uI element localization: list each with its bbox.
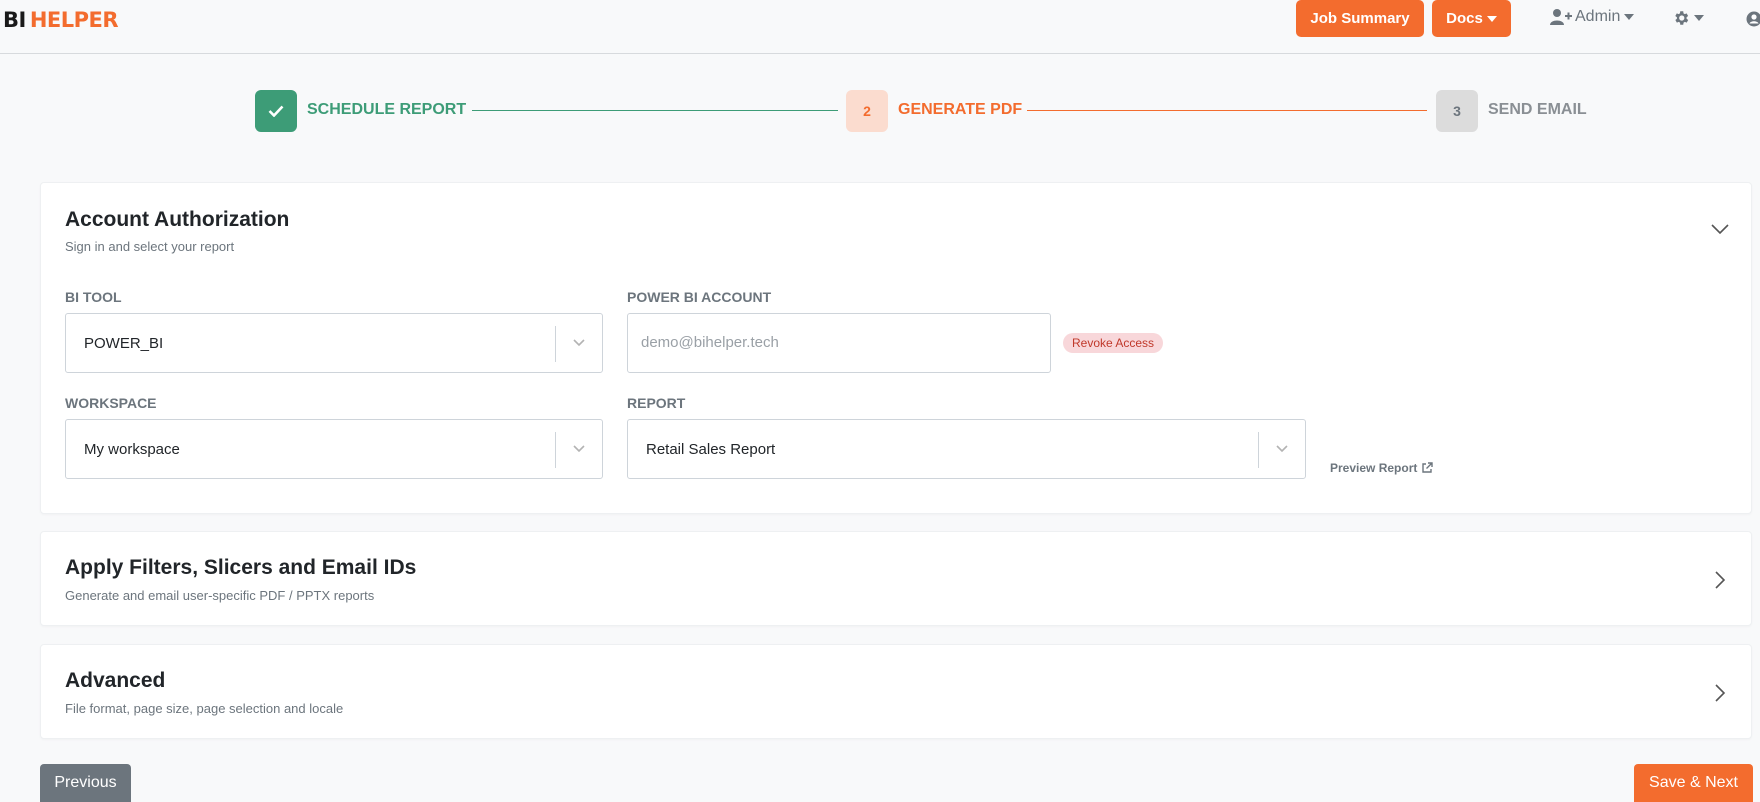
admin-menu[interactable]: Admin — [1550, 8, 1635, 26]
step-generate-pdf-label[interactable]: GENERATE PDF — [898, 101, 1022, 119]
workspace-select[interactable]: My workspace — [65, 419, 603, 479]
report-value: Retail Sales Report — [646, 441, 776, 458]
select-divider — [555, 326, 556, 362]
step-connector — [1027, 110, 1427, 111]
bi-tool-select[interactable]: POWER_BI — [65, 313, 603, 373]
preview-report-link[interactable]: Preview Report — [1330, 461, 1434, 475]
chevron-right-icon[interactable] — [1714, 684, 1726, 702]
docs-dropdown-button[interactable]: Docs — [1432, 0, 1511, 37]
filters-section[interactable]: Apply Filters, Slicers and Email IDs Gen… — [40, 531, 1752, 626]
job-summary-button[interactable]: Job Summary — [1296, 0, 1424, 37]
chevron-down-icon — [573, 445, 585, 453]
top-navbar: BI HELPER Job Summary Docs Admin — [0, 0, 1760, 54]
step-send-email-number[interactable]: 3 — [1436, 90, 1478, 132]
preview-report-label: Preview Report — [1330, 461, 1418, 475]
revoke-access-badge[interactable]: Revoke Access — [1063, 333, 1164, 353]
step-schedule-report-label[interactable]: SCHEDULE REPORT — [307, 101, 466, 119]
external-link-icon — [1422, 462, 1434, 473]
save-next-button[interactable]: Save & Next — [1634, 764, 1753, 802]
section-subtitle: File format, page size, page selection a… — [65, 701, 344, 716]
select-divider — [555, 432, 556, 468]
section-subtitle: Sign in and select your report — [65, 239, 235, 254]
section-title: Apply Filters, Slicers and Email IDs — [65, 556, 417, 579]
user-plus-icon — [1550, 9, 1572, 25]
power-bi-account-field[interactable]: demo@bihelper.tech — [627, 313, 1051, 373]
check-icon — [268, 105, 284, 117]
step-send-email-label[interactable]: SEND EMAIL — [1488, 101, 1587, 119]
report-select[interactable]: Retail Sales Report — [627, 419, 1306, 479]
logo-helper-text: HELPER — [29, 8, 119, 32]
chevron-down-icon — [1276, 445, 1288, 453]
user-circle-icon — [1746, 11, 1760, 27]
step-generate-pdf-number[interactable]: 2 — [846, 90, 888, 132]
user-account-button[interactable] — [1746, 11, 1760, 32]
caret-down-icon — [1624, 14, 1635, 20]
logo[interactable]: BI HELPER — [3, 8, 119, 32]
step-schedule-report-check[interactable] — [255, 90, 297, 132]
section-subtitle: Generate and email user-specific PDF / P… — [65, 588, 375, 603]
workspace-label: WORKSPACE — [65, 395, 157, 411]
docs-label: Docs — [1446, 10, 1483, 27]
settings-menu[interactable] — [1672, 9, 1704, 27]
advanced-section[interactable]: Advanced File format, page size, page se… — [40, 644, 1752, 739]
chevron-right-icon[interactable] — [1714, 571, 1726, 589]
account-placeholder: demo@bihelper.tech — [641, 334, 779, 351]
previous-button[interactable]: Previous — [40, 764, 131, 802]
caret-down-icon — [1486, 15, 1497, 22]
report-label: REPORT — [627, 395, 686, 411]
caret-down-icon — [1694, 15, 1704, 21]
bi-tool-value: POWER_BI — [84, 335, 164, 352]
section-title[interactable]: Account Authorization — [65, 208, 289, 232]
gear-icon — [1675, 11, 1689, 25]
step-connector — [472, 110, 838, 111]
chevron-down-icon[interactable] — [1711, 223, 1729, 235]
bi-tool-label: BI TOOL — [65, 289, 122, 305]
section-title: Advanced — [65, 669, 166, 692]
logo-bi-text: BI — [3, 8, 26, 32]
chevron-down-icon — [573, 339, 585, 347]
admin-label: Admin — [1575, 8, 1621, 25]
power-bi-account-label: POWER BI ACCOUNT — [627, 289, 772, 305]
workspace-value: My workspace — [84, 441, 180, 458]
select-divider — [1258, 432, 1259, 468]
